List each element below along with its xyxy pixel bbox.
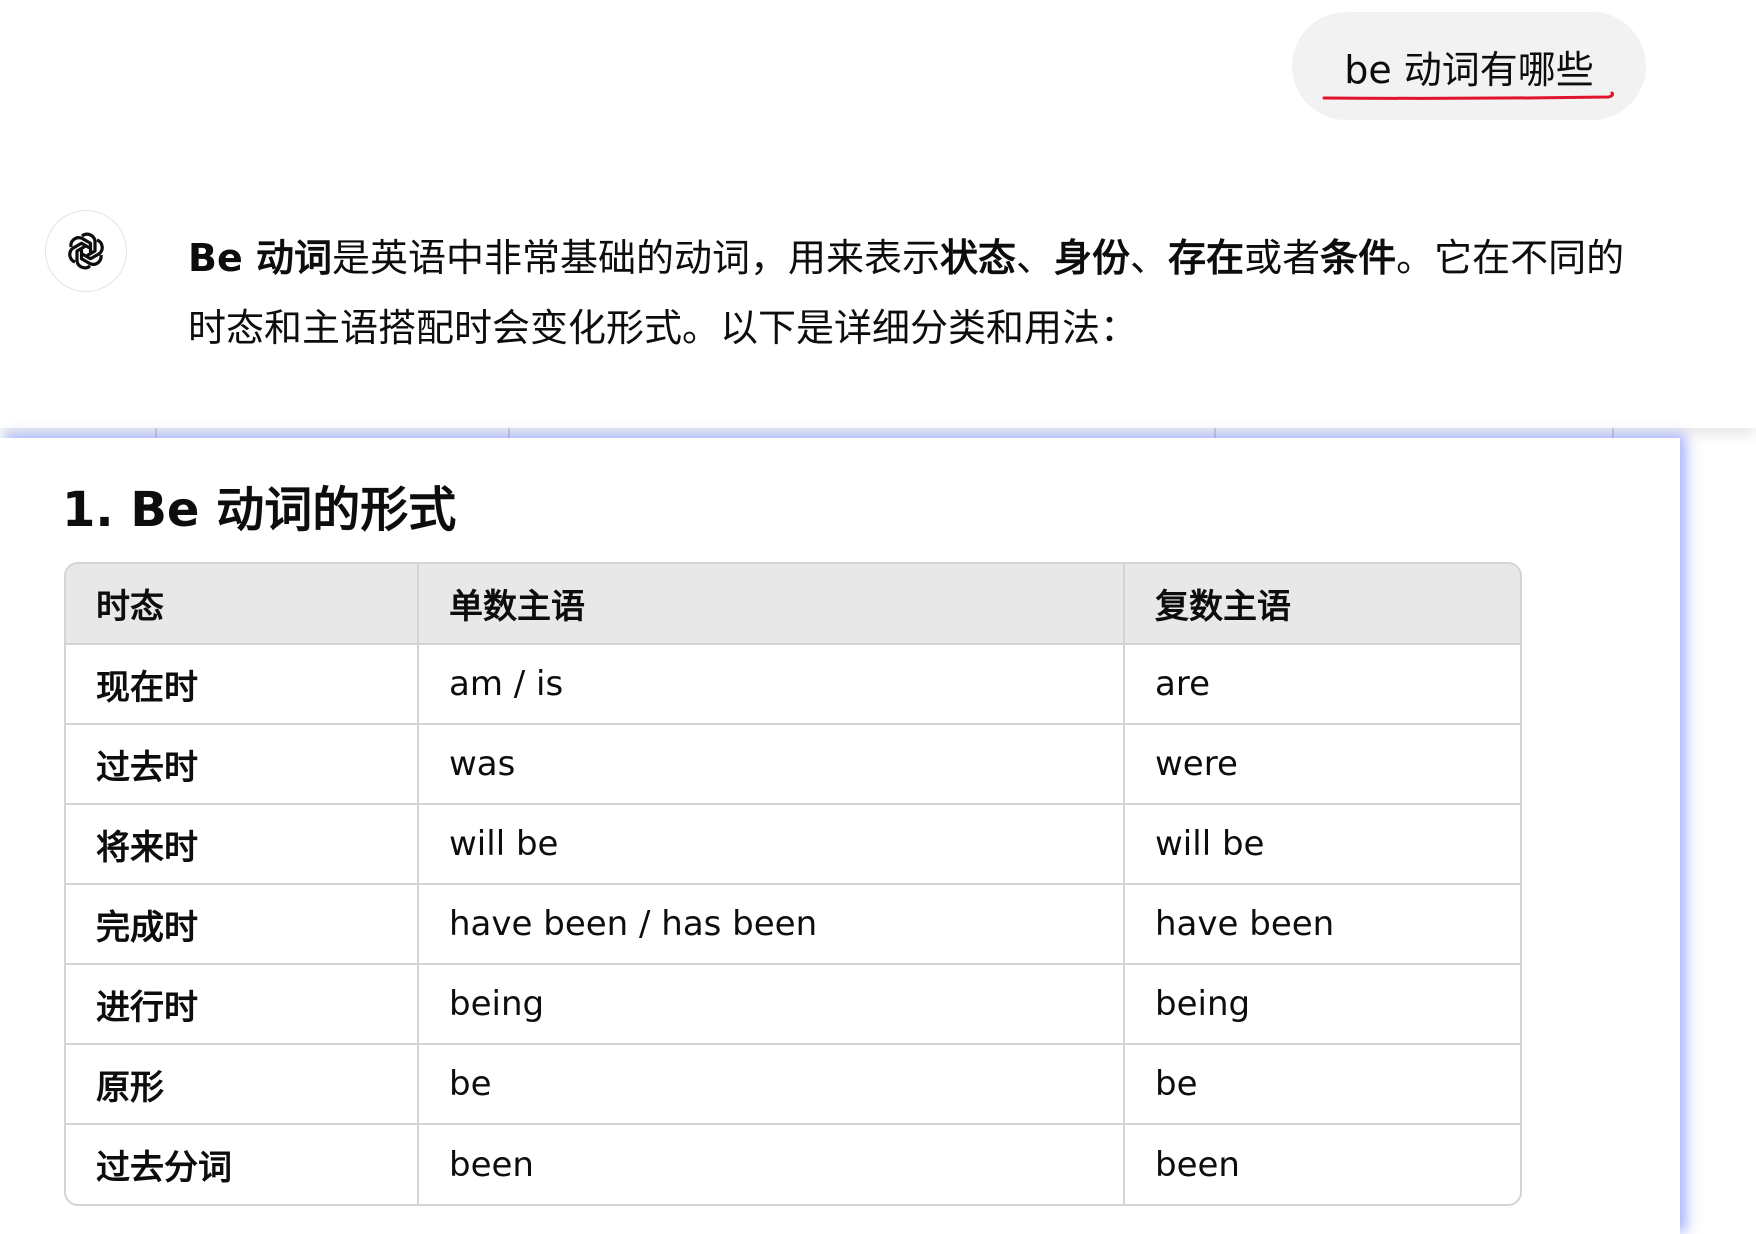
cell-singular: have been / has been: [418, 884, 1125, 965]
table-row: 进行时 being being: [66, 964, 1520, 1045]
cell-plural: been: [1124, 1124, 1520, 1204]
cell-singular: been: [418, 1124, 1125, 1204]
cell-singular: am / is: [418, 644, 1125, 725]
intro-bold-term: 状态: [939, 236, 1016, 280]
chat-thread: be 动词有哪些 Be 动词是英语中非常基础的动词，用来表示状态、身份、存在或者…: [0, 0, 1756, 428]
intro-bold-term: 存在: [1168, 236, 1245, 280]
be-verb-forms-table: 时态 单数主语 复数主语 现在时 am / is are 过去时 was were 将来时 w…: [64, 562, 1522, 1206]
cell-plural: will be: [1124, 804, 1520, 885]
cell-plural: be: [1124, 1044, 1520, 1125]
table-row: 过去分词 been been: [66, 1124, 1520, 1204]
cell-plural: being: [1124, 964, 1520, 1045]
cell-tense: 完成时: [66, 884, 419, 965]
assistant-avatar: [45, 210, 127, 292]
cell-singular: being: [418, 964, 1125, 1045]
assistant-intro-paragraph: Be 动词是英语中非常基础的动词，用来表示状态、身份、存在或者条件。它在不同的时…: [188, 223, 1658, 363]
table-row: 原形 be be: [66, 1044, 1520, 1125]
cell-singular: will be: [418, 804, 1125, 885]
table-header-row: 时态 单数主语 复数主语: [66, 564, 1520, 645]
cell-tense: 过去时: [66, 724, 419, 805]
intro-bold-term: Be 动词: [188, 236, 332, 280]
cell-tense: 过去分词: [66, 1124, 419, 1204]
column-header-singular: 单数主语: [418, 564, 1125, 645]
table-row: 完成时 have been / has been have been: [66, 884, 1520, 965]
column-header-tense: 时态: [66, 564, 419, 645]
section-heading: 1. Be 动词的形式: [62, 482, 457, 538]
user-message-text: be 动词有哪些: [1344, 47, 1594, 92]
cell-tense: 将来时: [66, 804, 419, 885]
cell-plural: are: [1124, 644, 1520, 725]
intro-text-run: 、: [1130, 236, 1169, 280]
intro-text-run: 或者: [1244, 236, 1321, 280]
intro-text-run: 、: [1016, 236, 1055, 280]
annotation-underline: [1322, 91, 1614, 100]
cell-plural: were: [1124, 724, 1520, 805]
table-section-card: 1. Be 动词的形式 时态 单数主语 复数主语 现在时 am / is are 过去…: [0, 438, 1680, 1234]
table-row: 过去时 was were: [66, 724, 1520, 805]
user-message-bubble: be 动词有哪些: [1292, 12, 1646, 120]
openai-logo-icon: [68, 232, 104, 270]
cell-tense: 原形: [66, 1044, 419, 1125]
cell-plural: have been: [1124, 884, 1520, 965]
column-header-plural: 复数主语: [1124, 564, 1520, 645]
intro-bold-term: 条件: [1320, 236, 1397, 280]
intro-bold-term: 身份: [1054, 236, 1131, 280]
cell-singular: was: [418, 724, 1125, 805]
cell-tense: 进行时: [66, 964, 419, 1045]
cell-tense: 现在时: [66, 644, 419, 725]
cell-singular: be: [418, 1044, 1125, 1125]
table-row: 将来时 will be will be: [66, 804, 1520, 885]
table-row: 现在时 am / is are: [66, 644, 1520, 725]
intro-text-run: 是英语中非常基础的动词，用来表示: [331, 236, 940, 280]
